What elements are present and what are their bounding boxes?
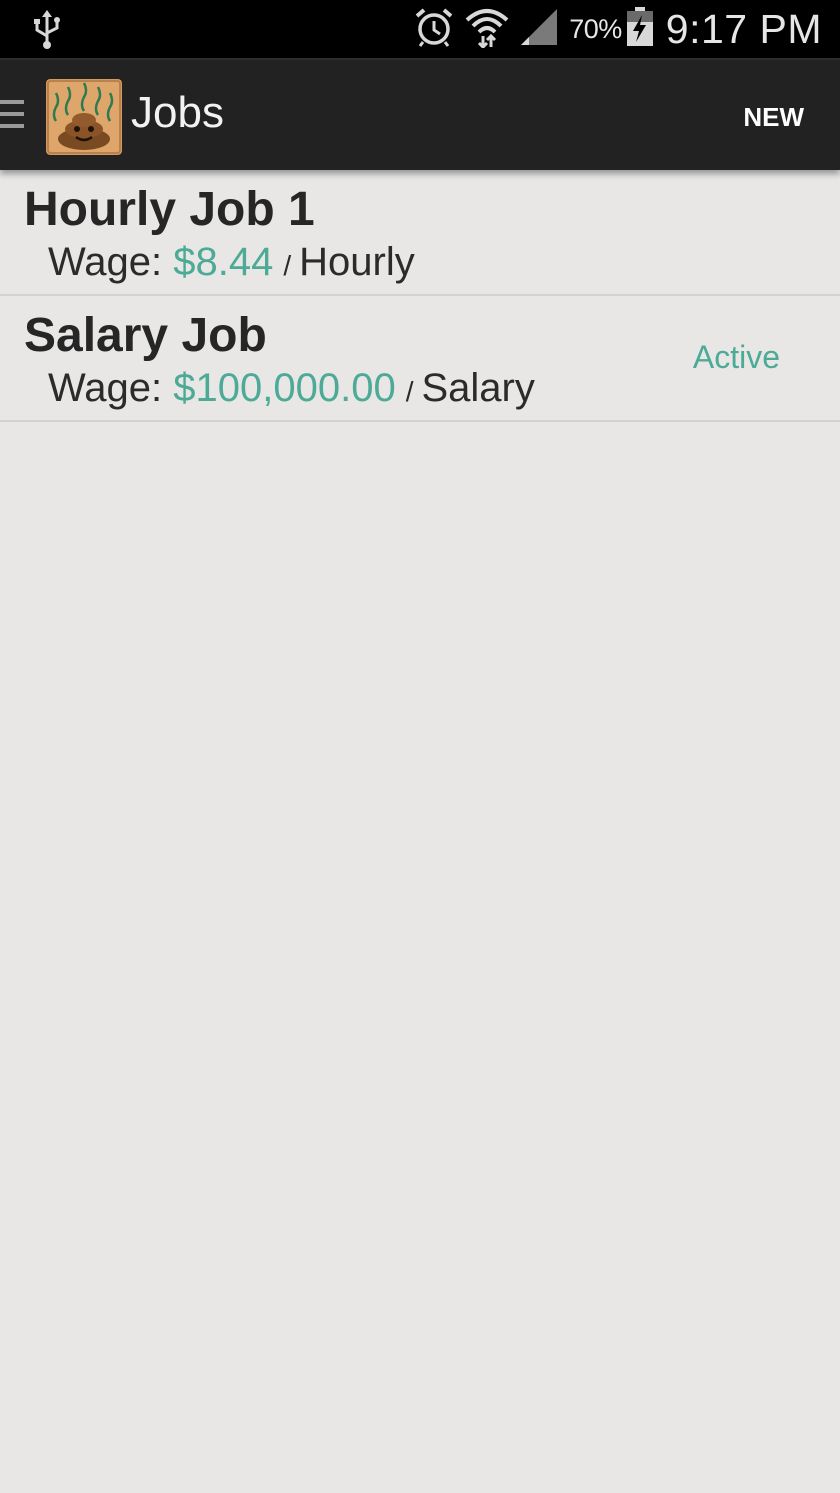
battery-percent: 70% [569,13,622,44]
wage-separator: / [405,376,414,407]
wage-label: Wage: [48,240,163,284]
usb-icon [30,10,64,50]
job-wage: Wage: $8.44 /Hourly [48,240,415,285]
alarm-icon [413,6,455,53]
app-logo-icon[interactable] [46,79,122,155]
job-list-item[interactable]: Salary Job Wage: $100,000.00 /Salary Acti… [0,296,840,422]
job-name: Salary Job [24,309,267,362]
wifi-icon [465,6,509,53]
new-job-button[interactable]: NEW [729,90,818,144]
job-wage: Wage: $100,000.00 /Salary [48,366,535,411]
battery-charging-icon [626,6,654,52]
job-list-item[interactable]: Hourly Job 1 Wage: $8.44 /Hourly [0,170,840,296]
wage-type: Salary [421,366,535,410]
signal-icon [519,7,559,52]
clock: 9:17 PM [665,5,822,52]
wage-type: Hourly [299,240,415,284]
wage-label: Wage: [48,366,163,410]
wage-amount: $100,000.00 [173,366,396,410]
wage-amount: $8.44 [173,240,274,284]
job-list: Hourly Job 1 Wage: $8.44/Hourly Salary J… [0,170,840,422]
drawer-toggle-icon[interactable] [0,100,26,134]
job-status: Active [692,339,780,375]
status-bar: 70% 9:17 PM [0,0,840,58]
page-title: Jobs [131,88,224,137]
job-name: Hourly Job 1 [24,183,315,236]
action-bar: Jobs NEW [0,58,840,170]
wage-separator: / [283,250,292,281]
